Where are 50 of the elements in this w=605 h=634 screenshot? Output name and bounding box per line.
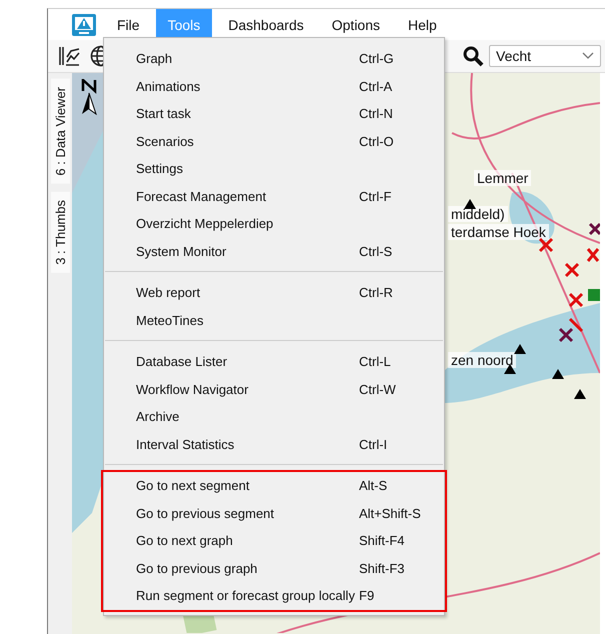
menu-bar-item[interactable]: Options [320,9,392,40]
app-logo-icon [72,14,96,36]
shortcut-label: Ctrl-W [359,382,396,397]
menu-item[interactable]: Go to previous segment [136,506,359,521]
chevron-down-icon [582,52,594,60]
menu-item[interactable]: Run segment or forecast group locally [136,588,359,604]
shortcut-label: Shift-F4 [359,533,405,548]
shortcut-label: Ctrl-N [359,106,393,122]
menu-item[interactable]: Graph [136,51,359,66]
shortcut-label: Alt+Shift-S [359,506,421,521]
shortcut-label: Ctrl-S [359,244,392,259]
menu-item[interactable]: Workflow Navigator [136,382,359,397]
menu-item[interactable]: Go to next segment [136,478,359,494]
side-tab[interactable]: 3 : Thumbs [50,192,70,272]
shortcut-label: Ctrl-F [359,188,392,204]
shortcut-label: Shift-F3 [359,560,405,576]
menu-item[interactable]: System Monitor [136,244,359,259]
menu-item[interactable]: Database Lister [136,354,359,370]
menu-item[interactable]: Overzicht Meppelerdiep [136,216,359,232]
menu-item[interactable]: Animations [136,78,359,94]
menu-item[interactable]: Archive [136,409,359,424]
shortcut-label: Alt-S [359,478,388,494]
menu-item[interactable]: Forecast Management [136,188,359,204]
shortcut-label: Ctrl-A [359,78,392,94]
map-label: terdamse Hoek [448,224,549,240]
menu-item[interactable]: MeteoTines [136,312,359,328]
chart-icon[interactable] [58,45,80,67]
map-label: middeld) [448,206,508,222]
menu-item[interactable]: Go to next graph [136,533,359,548]
location-dropdown[interactable]: Vecht [489,45,601,67]
menu-bar-item[interactable]: File [105,9,152,40]
shortcut-label: Ctrl-L [359,354,391,370]
shortcut-label: Ctrl-G [359,51,394,66]
menu-item[interactable]: Settings [136,161,359,176]
shortcut-label: Ctrl-R [359,285,393,300]
menu-item[interactable]: Go to previous graph [136,560,359,576]
menu-item[interactable]: Start task [136,106,359,122]
search-icon[interactable] [462,45,484,67]
menu-bar-item[interactable]: Dashboards [216,9,316,40]
shortcut-label: Ctrl-O [359,134,394,149]
side-tab[interactable]: 6 : Data Viewer [50,79,70,184]
map-label: Lemmer [474,170,532,186]
menu-item[interactable]: Interval Statistics [136,436,359,452]
shortcut-label: F9 [359,588,374,604]
shortcut-label: Ctrl-I [359,436,388,452]
menu-item[interactable]: Web report [136,285,359,300]
menu-bar-item[interactable]: Help [396,9,449,40]
map-label: zen noord [448,352,516,368]
menu-item[interactable]: Scenarios [136,134,359,149]
north-arrow-icon [80,79,98,115]
